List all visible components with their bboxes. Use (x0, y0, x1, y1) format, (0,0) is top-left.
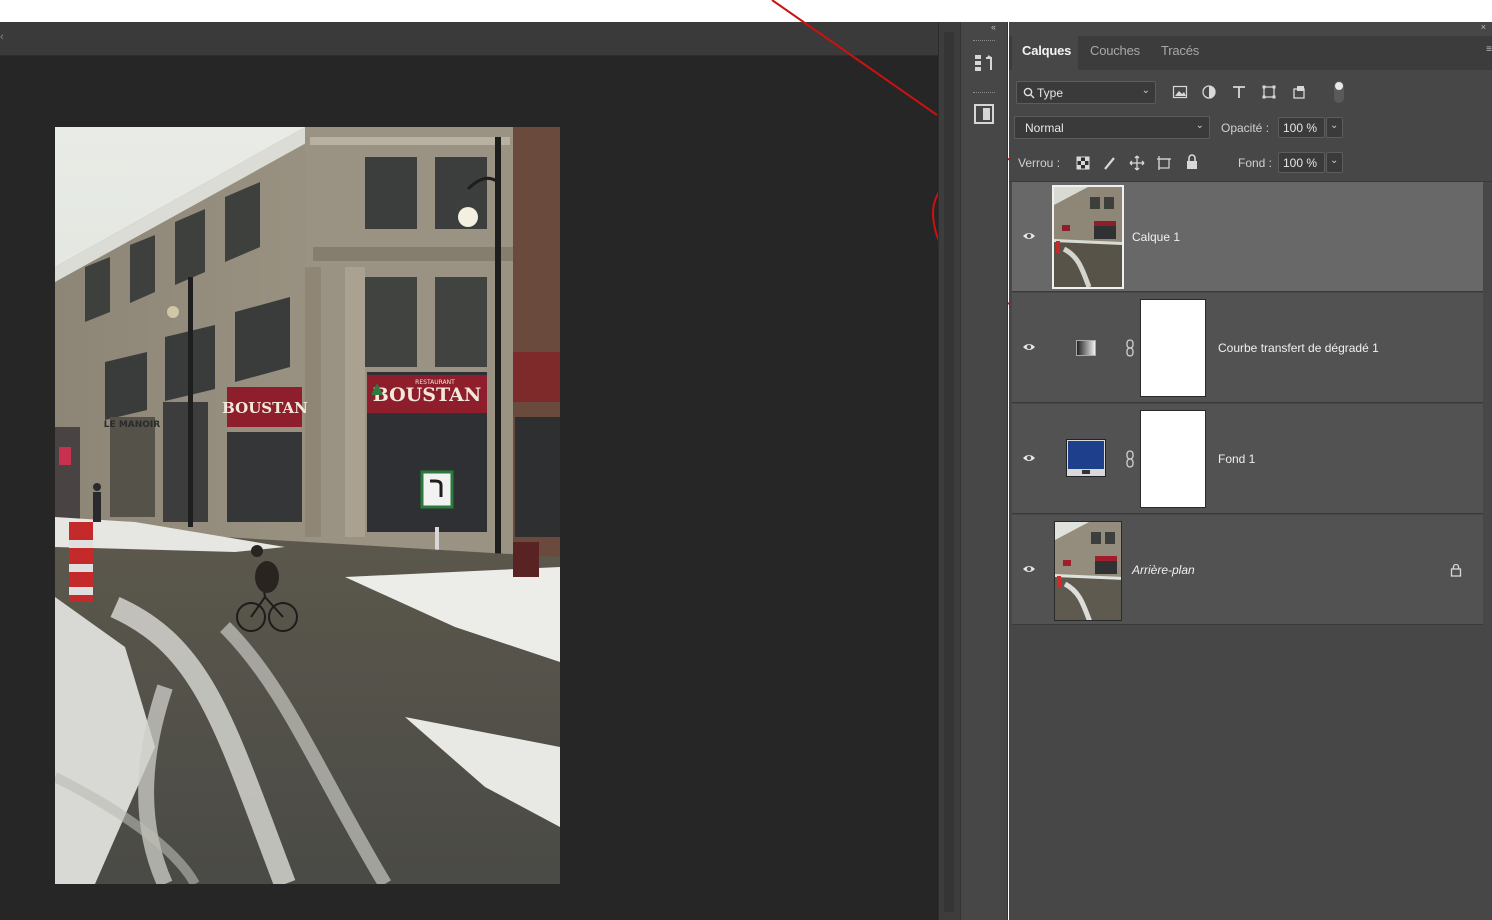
chevron-down-icon: ⌄ (1141, 85, 1150, 96)
chevron-down-icon: ⌄ (1330, 120, 1339, 131)
filter-type-icon[interactable] (1231, 84, 1247, 100)
solid-color-fill-icon[interactable] (1066, 439, 1106, 477)
layer-row-courbe-transfert[interactable]: Courbe transfert de dégradé 1 (1012, 293, 1483, 403)
tab-traces[interactable]: Tracés (1161, 42, 1199, 70)
layer-filter-select[interactable]: Type ⌄ (1016, 81, 1156, 104)
visibility-eye-icon[interactable] (1022, 229, 1036, 243)
fill-color-swatch (1068, 441, 1104, 469)
opacity-label: Opacité : (1221, 121, 1270, 135)
opacity-input[interactable]: 100 % (1278, 117, 1325, 138)
filter-shape-icon[interactable] (1261, 84, 1277, 100)
visibility-eye-icon[interactable] (1022, 340, 1036, 354)
visibility-eye-icon[interactable] (1022, 451, 1036, 465)
lock-label: Verrou : (1018, 156, 1061, 170)
lock-icon (1450, 563, 1462, 577)
filter-smart-object-icon[interactable] (1291, 84, 1307, 100)
link-chain-icon[interactable] (1124, 339, 1136, 357)
lock-position-icon[interactable] (1129, 155, 1145, 171)
visibility-eye-icon[interactable] (1022, 562, 1036, 576)
layers-panel: × Calques Couches Tracés ≡ Type ⌄ Normal… (1009, 22, 1492, 920)
fill-slider-button[interactable]: ⌄ (1326, 152, 1343, 173)
lock-artboard-icon[interactable] (1156, 155, 1172, 171)
dock-grip-2[interactable] (973, 92, 995, 94)
layer-name[interactable]: Fond 1 (1218, 452, 1255, 466)
close-panel-icon[interactable]: × (1481, 22, 1486, 32)
gradient-map-icon (1076, 340, 1096, 356)
fill-input[interactable]: 100 % (1278, 152, 1325, 173)
panel-dock: « (960, 22, 1008, 920)
dock-grip[interactable] (973, 40, 995, 42)
annotation-line (771, 0, 938, 116)
history-icon[interactable] (969, 48, 999, 78)
fill-label: Fond : (1238, 156, 1273, 170)
layer-row-arriere-plan[interactable]: Arrière-plan (1012, 515, 1483, 625)
chevron-down-icon: ⌄ (1195, 120, 1204, 131)
layer-thumbnail-calque-1[interactable] (1052, 185, 1124, 289)
panel-menu-icon[interactable]: ≡ (1486, 44, 1492, 55)
filter-label: Type (1037, 86, 1064, 100)
search-icon (1023, 87, 1035, 99)
layer-row-fond-1[interactable]: Fond 1 (1012, 404, 1483, 514)
collapse-dock-icon[interactable]: « (991, 22, 996, 32)
blend-mode-value: Normal (1025, 121, 1064, 135)
tab-couches[interactable]: Couches (1090, 42, 1140, 70)
opacity-value: 100 % (1283, 121, 1318, 135)
properties-icon[interactable] (969, 99, 999, 129)
layer-mask-thumbnail[interactable] (1140, 410, 1206, 508)
filter-adjustment-icon[interactable] (1201, 84, 1217, 100)
panel-tab-bar (1009, 36, 1492, 70)
chevron-down-icon: ⌄ (1330, 155, 1339, 166)
layer-name[interactable]: Calque 1 (1132, 230, 1180, 244)
filter-pixel-icon[interactable] (1172, 84, 1188, 100)
lock-all-icon[interactable] (1184, 154, 1200, 170)
tab-calques[interactable]: Calques (1022, 42, 1071, 70)
filter-toggle[interactable] (1334, 81, 1344, 103)
fill-value: 100 % (1283, 156, 1318, 170)
lock-image-pixels-icon[interactable] (1102, 155, 1118, 171)
opacity-slider-button[interactable]: ⌄ (1326, 117, 1343, 138)
layer-thumbnail-arriere-plan[interactable] (1054, 521, 1122, 621)
layer-row-calque-1[interactable]: Calque 1 (1012, 182, 1483, 292)
layer-name[interactable]: Courbe transfert de dégradé 1 (1218, 341, 1379, 355)
layer-mask-thumbnail[interactable] (1140, 299, 1206, 397)
workspace-scrollbar[interactable] (938, 22, 960, 920)
blend-mode-select[interactable]: Normal ⌄ (1014, 116, 1210, 139)
lock-transparent-pixels-icon[interactable] (1075, 155, 1091, 171)
layer-name[interactable]: Arrière-plan (1132, 563, 1195, 577)
link-chain-icon[interactable] (1124, 450, 1136, 468)
